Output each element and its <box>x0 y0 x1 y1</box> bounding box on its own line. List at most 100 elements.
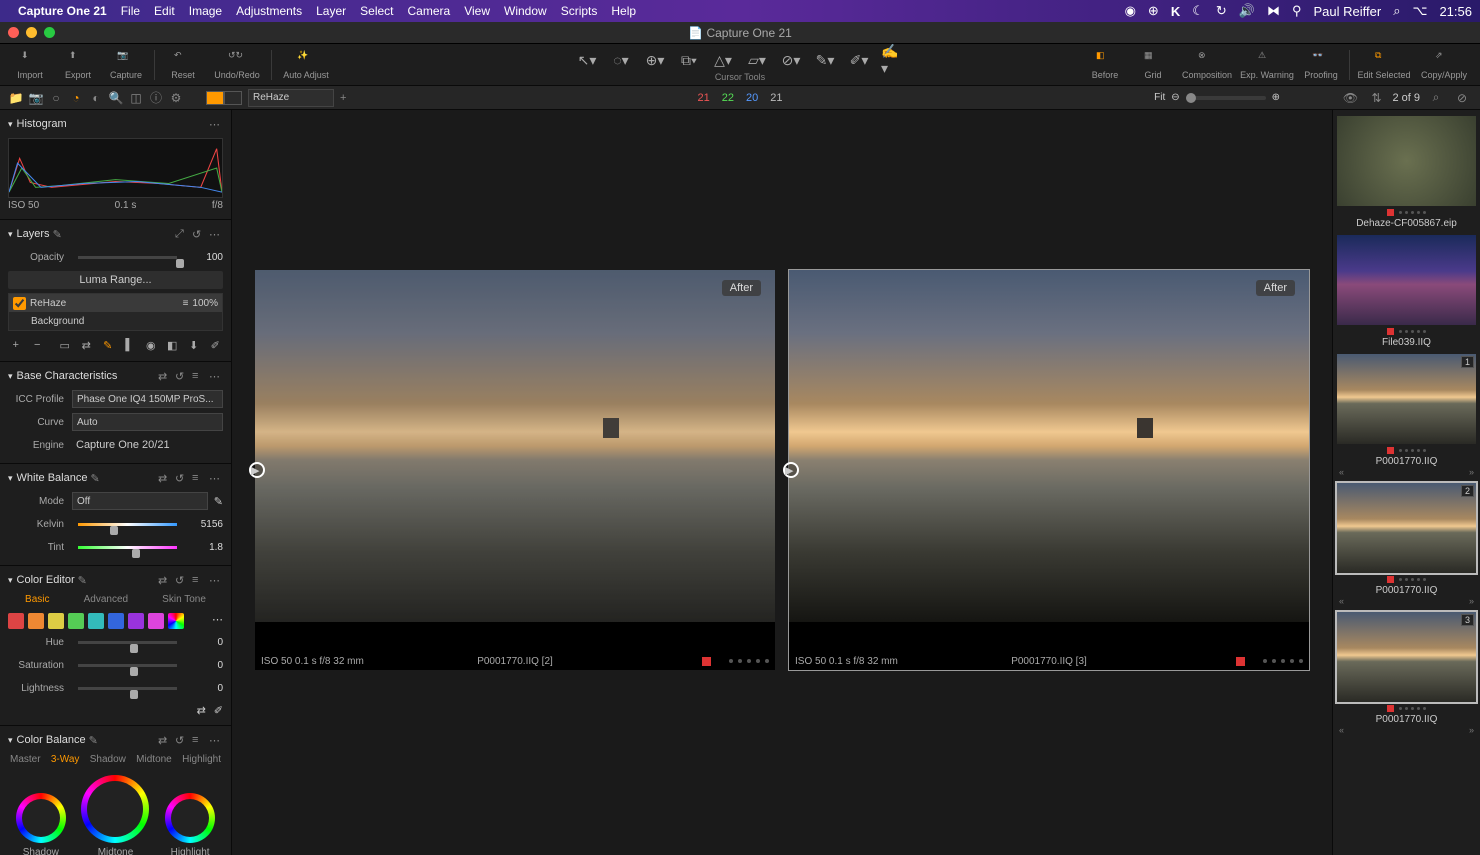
before-after-handle-right[interactable]: ▶ <box>783 462 799 478</box>
luma-range-button[interactable]: Luma Range... <box>8 271 223 289</box>
cb-tab-3way[interactable]: 3-Way <box>51 754 80 765</box>
browser-filter-icon[interactable]: ⇅ <box>1366 88 1386 108</box>
wb-mode-dropdown[interactable]: Off <box>72 492 208 510</box>
curve-dropdown[interactable]: Auto <box>72 413 223 431</box>
status-globe-icon[interactable]: ⊕ <box>1148 3 1159 19</box>
opacity-slider[interactable] <box>78 256 177 259</box>
next-variant-icon[interactable]: » <box>1469 596 1474 606</box>
wb-eyedropper-icon[interactable]: ✎ <box>214 495 223 508</box>
browser-thumb[interactable]: File039.IIQ <box>1337 235 1476 348</box>
capture-button[interactable]: 📷Capture <box>102 45 150 85</box>
before-button[interactable]: ◧Before <box>1081 45 1129 85</box>
proofing-button[interactable]: 👓Proofing <box>1297 45 1345 85</box>
cb-preset-icon[interactable]: ≡ <box>192 734 206 746</box>
cb-tab-midtone[interactable]: Midtone <box>136 754 172 765</box>
status-moon-icon[interactable]: ☾ <box>1192 3 1204 19</box>
saturation-value[interactable]: 0 <box>183 660 223 671</box>
menu-window[interactable]: Window <box>504 4 547 18</box>
thumb-colortag[interactable] <box>1387 209 1394 216</box>
tab-styles-icon[interactable]: ◫ <box>126 88 146 108</box>
layer-remove-icon[interactable]: − <box>30 337 46 353</box>
tab-exposure-icon[interactable]: ◐ <box>86 88 106 108</box>
cb-menu-icon[interactable]: ⋯ <box>209 734 223 747</box>
cb-wheel-midtone[interactable]: Midtone <box>81 775 149 855</box>
prev-variant-icon[interactable]: « <box>1339 596 1344 606</box>
ce-reset-icon[interactable]: ↺ <box>175 574 189 587</box>
bc-menu-icon[interactable]: ⋯ <box>209 370 223 383</box>
layer-reset-icon[interactable]: ↺ <box>192 228 206 241</box>
cb-tab-shadow[interactable]: Shadow <box>90 754 126 765</box>
tint-value[interactable]: 1.8 <box>183 542 223 553</box>
section-menu-icon[interactable]: ⋯ <box>209 118 223 131</box>
keystone-tool[interactable]: ▱▾ <box>745 51 769 69</box>
tab-capture-icon[interactable]: 📷 <box>26 88 46 108</box>
opacity-value[interactable]: 100 <box>183 252 223 263</box>
menu-scripts[interactable]: Scripts <box>561 4 598 18</box>
view-mode-icon[interactable] <box>206 91 242 105</box>
crop-tool[interactable]: ⧉▾ <box>677 51 701 69</box>
prev-variant-icon[interactable]: « <box>1339 467 1344 477</box>
tab-settings-icon[interactable]: ⚙ <box>166 88 186 108</box>
thumb-colortag[interactable] <box>1387 328 1394 335</box>
menu-image[interactable]: Image <box>189 4 222 18</box>
ce-adjust-icon[interactable]: ⇄ <box>197 704 206 717</box>
menu-camera[interactable]: Camera <box>408 4 451 18</box>
import-button[interactable]: ⬇Import <box>6 45 54 85</box>
swatch-yellow[interactable] <box>48 613 64 629</box>
layer-tool1-icon[interactable]: ▭ <box>57 337 73 353</box>
add-layer-icon[interactable]: + <box>340 92 346 104</box>
prev-variant-icon[interactable]: « <box>1339 725 1344 735</box>
layer-brush-icon[interactable]: ✎ <box>53 228 67 241</box>
ce-menu-icon[interactable]: ⋯ <box>209 574 223 587</box>
zoom-slider[interactable] <box>1186 96 1266 100</box>
saturation-slider[interactable] <box>78 664 177 667</box>
menu-help[interactable]: Help <box>611 4 636 18</box>
status-clock-icon[interactable]: ↻ <box>1216 3 1227 19</box>
ce-copy-icon[interactable]: ⇄ <box>158 574 172 587</box>
tab-details-icon[interactable]: 🔍 <box>106 88 126 108</box>
copyapply-button[interactable]: ⇗Copy/Apply <box>1414 45 1474 85</box>
kelvin-value[interactable]: 5156 <box>183 519 223 530</box>
tab-color-icon[interactable]: ◔ <box>66 88 86 108</box>
menu-adjustments[interactable]: Adjustments <box>236 4 302 18</box>
tab-lens-icon[interactable]: ○ <box>46 88 66 108</box>
lightness-value[interactable]: 0 <box>183 683 223 694</box>
kelvin-slider[interactable] <box>78 523 177 526</box>
ce-tab-basic[interactable]: Basic <box>25 594 49 605</box>
swatch-blue[interactable] <box>108 613 124 629</box>
viewer-cell-left[interactable]: ▶ After ISO 50 0.1 s f/8 32 mm P0001770.… <box>255 270 775 670</box>
next-variant-icon[interactable]: » <box>1469 467 1474 477</box>
thumb-colortag[interactable] <box>1387 705 1394 712</box>
undoredo-button[interactable]: ↺↻Undo/Redo <box>207 45 267 85</box>
cb-reset-icon[interactable]: ↺ <box>175 734 189 747</box>
status-search-icon[interactable]: ⌕ <box>1393 3 1400 19</box>
layer-grad-icon[interactable]: ▌ <box>122 337 138 353</box>
grid-button[interactable]: ▦Grid <box>1129 45 1177 85</box>
icc-profile-dropdown[interactable]: Phase One IQ4 150MP ProS... <box>72 390 223 408</box>
wb-preset-icon[interactable]: ≡ <box>192 472 206 484</box>
thumb-colortag[interactable] <box>1387 576 1394 583</box>
status-bluetooth-icon[interactable]: ⧓ <box>1267 3 1280 19</box>
heal-tool[interactable]: ⊘▾ <box>779 51 803 69</box>
status-controlcenter-icon[interactable]: ⌥ <box>1412 3 1427 19</box>
wb-reset-icon[interactable]: ↺ <box>175 472 189 485</box>
composition-button[interactable]: ⊗Composition <box>1177 45 1237 85</box>
expwarning-button[interactable]: ⚠Exp. Warning <box>1237 45 1297 85</box>
swatch-green[interactable] <box>68 613 84 629</box>
cb-copy-icon[interactable]: ⇄ <box>158 734 172 747</box>
browser-thumb[interactable]: 2P0001770.IIQ«» <box>1337 483 1476 606</box>
zoom-tool[interactable]: ⊕▾ <box>643 51 667 69</box>
tab-metadata-icon[interactable]: ⓘ <box>146 88 166 108</box>
zoom-out-icon[interactable]: ⊖ <box>1171 92 1179 103</box>
ce-mask-icon[interactable]: ✐ <box>214 704 223 717</box>
swatch-all[interactable] <box>168 613 184 629</box>
browser-search-icon[interactable]: ⌕ <box>1426 88 1446 108</box>
layer-load-icon[interactable]: ⬇ <box>186 337 202 353</box>
menu-edit[interactable]: Edit <box>154 4 175 18</box>
fit-label[interactable]: Fit <box>1154 92 1165 103</box>
browser-thumb[interactable]: Dehaze-CF005867.eip <box>1337 116 1476 229</box>
status-sound-icon[interactable]: 🔊 <box>1239 3 1255 19</box>
bc-copy-icon[interactable]: ⇄ <box>158 370 172 383</box>
select-tool[interactable]: ↖▾ <box>575 51 599 69</box>
viewer-colortag-left[interactable] <box>702 657 711 666</box>
